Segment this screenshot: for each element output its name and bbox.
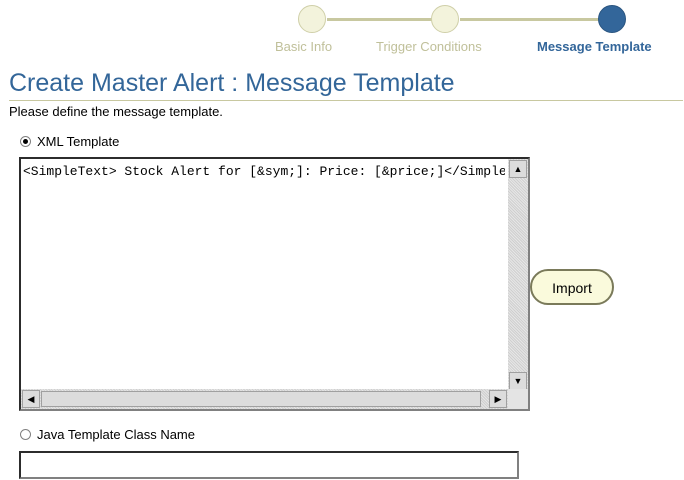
xml-template-label: XML Template	[37, 134, 120, 149]
train-connector	[460, 18, 599, 21]
java-template-radio[interactable]	[20, 429, 31, 440]
train-connector	[327, 18, 433, 21]
import-button[interactable]: Import	[530, 269, 614, 305]
xml-template-radio[interactable]	[20, 136, 31, 147]
step-message-template-label: Message Template	[537, 39, 652, 54]
scroll-up-arrow-icon[interactable]: ▲	[509, 160, 527, 178]
step-message-template-icon	[598, 5, 626, 33]
step-basic-info-icon[interactable]	[298, 5, 326, 33]
scroll-left-arrow-icon[interactable]: ◀	[22, 390, 40, 408]
scrollbar-corner	[508, 389, 528, 409]
step-basic-info-link[interactable]: Basic Info	[275, 39, 332, 54]
xml-template-textarea[interactable]: <SimpleText> Stock Alert for [&sym;]: Pr…	[19, 157, 530, 411]
wizard-train: Basic Info Trigger Conditions Message Te…	[0, 0, 684, 60]
instruction-text: Please define the message template.	[9, 104, 223, 119]
step-trigger-conditions-link[interactable]: Trigger Conditions	[376, 39, 482, 54]
horizontal-scrollbar[interactable]: ◀ ▶	[21, 389, 508, 409]
page-title: Create Master Alert : Message Template	[9, 66, 683, 101]
java-template-class-input[interactable]	[19, 451, 519, 479]
step-trigger-conditions-icon[interactable]	[431, 5, 459, 33]
horizontal-scroll-thumb[interactable]	[41, 391, 481, 407]
xml-template-option[interactable]: XML Template	[20, 134, 119, 149]
scroll-right-arrow-icon[interactable]: ▶	[489, 390, 507, 408]
vertical-scrollbar[interactable]: ▲ ▼	[508, 159, 528, 391]
scroll-down-arrow-icon[interactable]: ▼	[509, 372, 527, 390]
xml-template-value[interactable]: <SimpleText> Stock Alert for [&sym;]: Pr…	[23, 164, 505, 179]
java-template-option[interactable]: Java Template Class Name	[20, 427, 195, 442]
java-template-label: Java Template Class Name	[37, 427, 195, 442]
